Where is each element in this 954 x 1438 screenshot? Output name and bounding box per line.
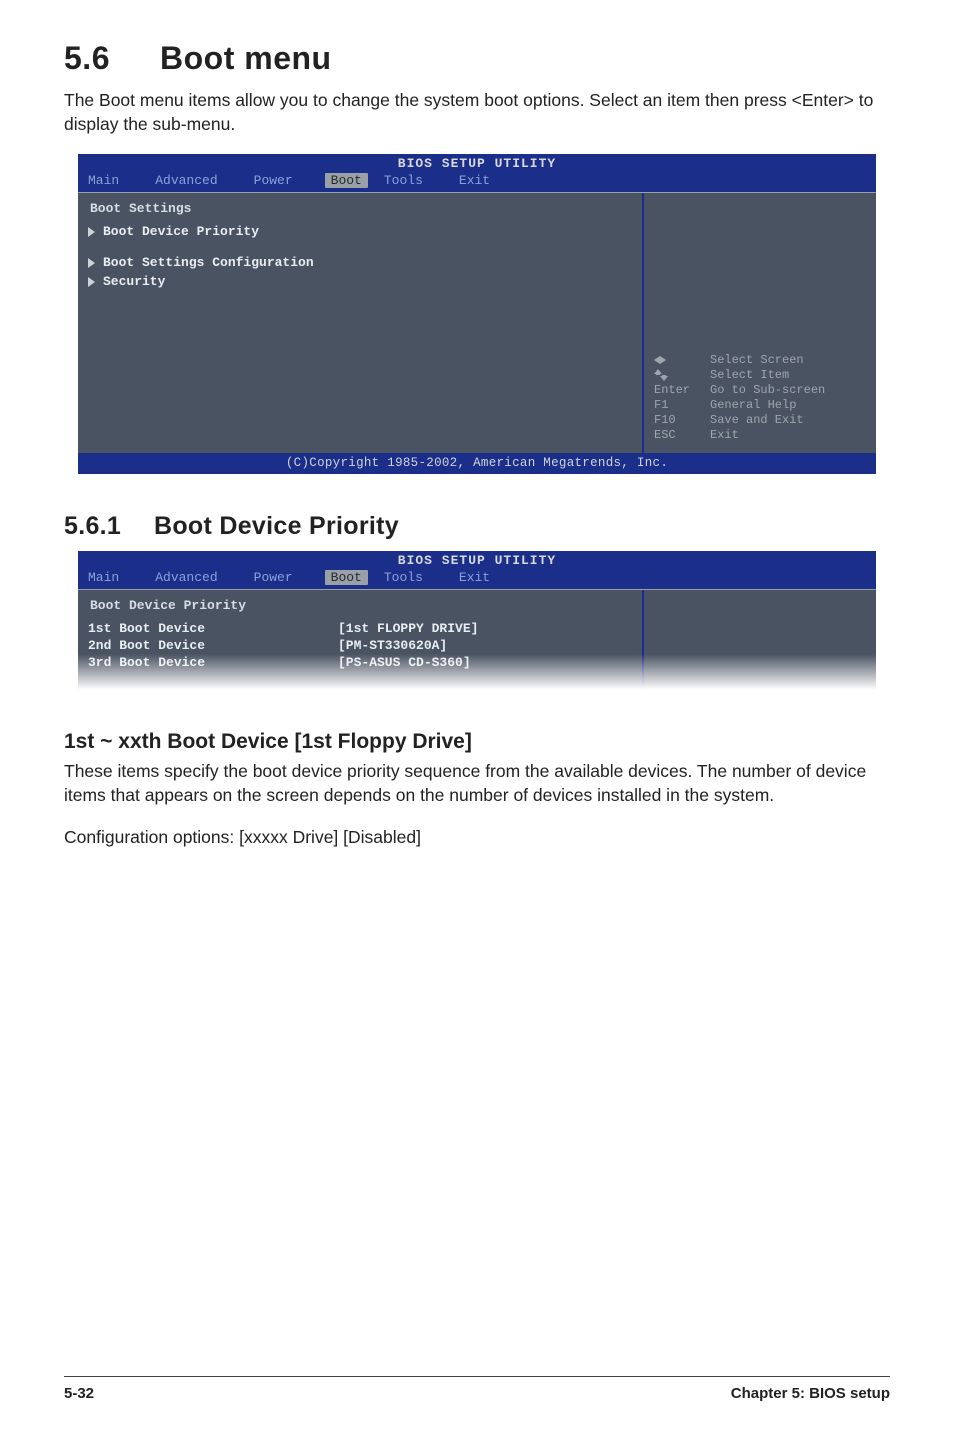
subsection-title-text: Boot Device Priority bbox=[154, 512, 399, 540]
bios-menubar: Main Advanced Power Boot Tools Exit bbox=[78, 171, 876, 192]
boot-device-value: [PS-ASUS CD-S360] bbox=[338, 655, 471, 670]
bios-tab-advanced[interactable]: Advanced bbox=[155, 173, 235, 188]
bios-left-pane: Boot Settings Boot Device Priority Boot … bbox=[78, 193, 644, 453]
help-row: ESC Exit bbox=[654, 428, 868, 443]
bios-pane-heading: Boot Settings bbox=[90, 201, 632, 216]
bios-tab-boot[interactable]: Boot bbox=[325, 173, 368, 188]
boot-device-row-1[interactable]: 1st Boot Device [1st FLOPPY DRIVE] bbox=[88, 621, 632, 636]
section-number: 5.6 bbox=[64, 40, 160, 77]
help-key: Enter bbox=[654, 383, 710, 398]
bios-item-boot-settings-configuration[interactable]: Boot Settings Configuration bbox=[88, 255, 632, 270]
boot-device-key: 1st Boot Device bbox=[88, 621, 338, 636]
submenu-icon bbox=[88, 277, 95, 287]
help-row: F10 Save and Exit bbox=[654, 413, 868, 428]
bios-screenshot-boot-device-priority: BIOS SETUP UTILITY Main Advanced Power B… bbox=[78, 551, 876, 698]
help-label: Save and Exit bbox=[710, 413, 804, 428]
help-row: F1 General Help bbox=[654, 398, 868, 413]
arrow-up-down-icon bbox=[654, 368, 710, 383]
boot-device-value: [PM-ST330620A] bbox=[338, 638, 447, 653]
bios-title: BIOS SETUP UTILITY bbox=[78, 551, 876, 568]
bios-tab-power[interactable]: Power bbox=[254, 570, 311, 585]
help-label: Select Item bbox=[710, 368, 789, 383]
help-key: F10 bbox=[654, 413, 710, 428]
submenu-icon bbox=[88, 258, 95, 268]
help-label: Go to Sub-screen bbox=[710, 383, 825, 398]
bios-screenshot-boot-settings: BIOS SETUP UTILITY Main Advanced Power B… bbox=[78, 154, 876, 474]
bios-item-security[interactable]: Security bbox=[88, 274, 632, 289]
help-key: F1 bbox=[654, 398, 710, 413]
help-label: General Help bbox=[710, 398, 796, 413]
page-number: 5-32 bbox=[64, 1385, 94, 1402]
bios-help-pane: Select Screen Select Item Enter Go to Su… bbox=[644, 193, 876, 453]
bios-menubar: Main Advanced Power Boot Tools Exit bbox=[78, 568, 876, 589]
option-heading: 1st ~ xxth Boot Device [1st Floppy Drive… bbox=[64, 730, 890, 754]
bios-tab-exit[interactable]: Exit bbox=[459, 570, 508, 585]
help-row: Select Screen bbox=[654, 353, 868, 368]
submenu-icon bbox=[88, 227, 95, 237]
arrow-left-right-icon bbox=[654, 353, 710, 368]
bios-left-pane: Boot Device Priority 1st Boot Device [1s… bbox=[78, 590, 644, 698]
help-row: Select Item bbox=[654, 368, 868, 383]
bios-item-label: Boot Device Priority bbox=[103, 224, 259, 239]
bios-item-label: Boot Settings Configuration bbox=[103, 255, 314, 270]
section-title: 5.6Boot menu bbox=[64, 40, 890, 77]
bios-tab-main[interactable]: Main bbox=[88, 570, 137, 585]
bios-title: BIOS SETUP UTILITY bbox=[78, 154, 876, 171]
bios-item-boot-device-priority[interactable]: Boot Device Priority bbox=[88, 224, 632, 239]
boot-device-row-2[interactable]: 2nd Boot Device [PM-ST330620A] bbox=[88, 638, 632, 653]
bios-tab-tools[interactable]: Tools bbox=[384, 570, 441, 585]
bios-item-label: Security bbox=[103, 274, 165, 289]
help-key: ESC bbox=[654, 428, 710, 443]
bios-tab-power[interactable]: Power bbox=[254, 173, 311, 188]
section-intro: The Boot menu items allow you to change … bbox=[64, 89, 890, 136]
boot-device-key: 3rd Boot Device bbox=[88, 655, 338, 670]
bios-tab-main[interactable]: Main bbox=[88, 173, 137, 188]
help-label: Select Screen bbox=[710, 353, 804, 368]
page-footer: 5-32 Chapter 5: BIOS setup bbox=[64, 1376, 890, 1402]
option-description: These items specify the boot device prio… bbox=[64, 760, 890, 807]
boot-device-key: 2nd Boot Device bbox=[88, 638, 338, 653]
bios-tab-advanced[interactable]: Advanced bbox=[155, 570, 235, 585]
boot-device-row-3[interactable]: 3rd Boot Device [PS-ASUS CD-S360] bbox=[88, 655, 632, 670]
bios-pane-heading: Boot Device Priority bbox=[90, 598, 632, 613]
subsection-number: 5.6.1 bbox=[64, 512, 154, 541]
bios-tab-tools[interactable]: Tools bbox=[384, 173, 441, 188]
bios-help-pane bbox=[644, 590, 876, 698]
chapter-label: Chapter 5: BIOS setup bbox=[731, 1385, 890, 1402]
section-title-text: Boot menu bbox=[160, 40, 332, 76]
bios-copyright: (C)Copyright 1985-2002, American Megatre… bbox=[78, 453, 876, 474]
subsection-title: 5.6.1Boot Device Priority bbox=[64, 512, 890, 541]
boot-device-value: [1st FLOPPY DRIVE] bbox=[338, 621, 478, 636]
bios-tab-boot[interactable]: Boot bbox=[325, 570, 368, 585]
help-row: Enter Go to Sub-screen bbox=[654, 383, 868, 398]
option-config-options: Configuration options: [xxxxx Drive] [Di… bbox=[64, 826, 890, 850]
help-label: Exit bbox=[710, 428, 739, 443]
bios-tab-exit[interactable]: Exit bbox=[459, 173, 508, 188]
